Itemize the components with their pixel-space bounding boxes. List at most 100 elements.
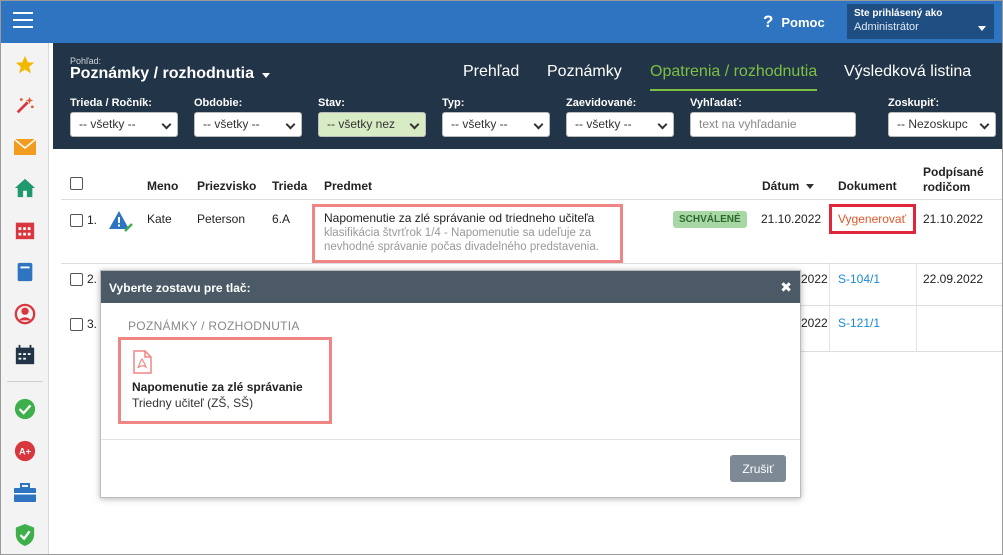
col-podpisane-1[interactable]: Podpísané bbox=[923, 165, 984, 179]
row-number: 1. bbox=[87, 213, 98, 227]
star-icon[interactable] bbox=[13, 53, 37, 77]
calendar-icon[interactable] bbox=[13, 218, 37, 242]
report-title: Napomenutie za zlé správanie bbox=[132, 380, 303, 394]
filter-zoskupit-value: -- Nezoskupc bbox=[897, 117, 968, 131]
filter-zoskupit-select[interactable]: -- Nezoskupc bbox=[888, 112, 996, 137]
row-number: 3. bbox=[87, 317, 98, 331]
filter-zaevidovane: Zaevidované: -- všetky -- bbox=[566, 97, 674, 137]
filter-stav-select[interactable]: -- všetky nez bbox=[318, 112, 426, 137]
filter-stav-label: Stav: bbox=[318, 97, 345, 109]
close-icon[interactable]: ✖ bbox=[780, 279, 792, 296]
user-name: Administrátor bbox=[854, 21, 919, 33]
row-checkbox[interactable] bbox=[70, 214, 83, 227]
col-podpisane-2[interactable]: rodičom bbox=[923, 180, 970, 194]
grade-icon[interactable]: A+ bbox=[13, 439, 37, 463]
filter-vyhladat-label: Vyhľadať: bbox=[690, 97, 742, 109]
header-divider bbox=[61, 199, 1002, 200]
row-priezvisko: Peterson bbox=[197, 212, 246, 226]
user-login-label: Ste prihlásený ako bbox=[854, 8, 943, 19]
select-all-checkbox[interactable] bbox=[70, 177, 83, 190]
cancel-button[interactable]: Zrušiť bbox=[730, 455, 786, 482]
row-divider bbox=[61, 263, 1002, 264]
shield-icon[interactable] bbox=[13, 523, 37, 547]
schedule-icon[interactable] bbox=[13, 343, 37, 367]
warning-edit-icon[interactable] bbox=[108, 209, 134, 236]
status-badge: SCHVÁLENÉ bbox=[673, 211, 747, 228]
chevron-down-icon bbox=[978, 26, 986, 31]
filter-stav: Stav: -- všetky nez bbox=[318, 97, 426, 137]
chevron-down-icon bbox=[533, 119, 544, 130]
row-datum: 21.10.2022 bbox=[761, 212, 822, 226]
filter-vyhladat: Vyhľadať: text na vyhľadanie bbox=[690, 97, 856, 137]
help-button[interactable]: ? Pomoc bbox=[763, 12, 825, 32]
book-icon[interactable] bbox=[13, 260, 37, 284]
dialog-footer-divider bbox=[101, 439, 800, 440]
row-datum: 2022 bbox=[801, 316, 828, 330]
filter-trieda-label: Trieda / Ročník: bbox=[70, 97, 152, 109]
chevron-down-icon bbox=[657, 119, 668, 130]
row-trieda: 6.A bbox=[272, 212, 291, 226]
briefcase-icon[interactable] bbox=[13, 481, 37, 505]
search-input[interactable]: text na vyhľadanie bbox=[690, 112, 856, 137]
document-link[interactable]: S-121/1 bbox=[838, 316, 880, 330]
sidebar: A+ bbox=[1, 43, 49, 554]
search-placeholder: text na vyhľadanie bbox=[699, 117, 797, 131]
menu-icon[interactable] bbox=[13, 12, 33, 30]
filter-typ-label: Typ: bbox=[442, 97, 465, 109]
help-label: Pomoc bbox=[781, 14, 825, 30]
row-number: 2. bbox=[87, 272, 98, 286]
filter-typ-select[interactable]: -- všetky -- bbox=[442, 112, 550, 137]
filter-trieda-value: -- všetky -- bbox=[79, 117, 136, 131]
filter-obdobie-select[interactable]: -- všetky -- bbox=[194, 112, 302, 137]
filter-typ-value: -- všetky -- bbox=[451, 117, 508, 131]
person-icon[interactable] bbox=[13, 302, 37, 326]
col-datum[interactable]: Dátum bbox=[762, 179, 814, 193]
col-predmet[interactable]: Predmet bbox=[324, 179, 372, 193]
generate-document-link[interactable]: Vygenerovať bbox=[838, 212, 906, 226]
filter-typ: Typ: -- všetky -- bbox=[442, 97, 550, 137]
tab-vysledkova-listina[interactable]: Výsledková listina bbox=[844, 63, 971, 89]
row-predmet-title[interactable]: Napomenutie za zlé správanie od triedneh… bbox=[324, 211, 614, 225]
tab-prehlad[interactable]: Prehľad bbox=[463, 63, 519, 89]
filter-obdobie-label: Obdobie: bbox=[194, 97, 243, 109]
tab-poznamky[interactable]: Poznámky bbox=[547, 63, 622, 89]
magic-wand-icon[interactable] bbox=[13, 93, 37, 117]
column-divider bbox=[916, 263, 917, 351]
dialog-header: Vyberte zostavu pre tlač: ✖ bbox=[101, 271, 800, 303]
chevron-down-icon bbox=[161, 119, 172, 130]
home-icon[interactable] bbox=[13, 176, 37, 200]
row-divider bbox=[801, 351, 1002, 352]
row-datum: 2022 bbox=[801, 272, 828, 286]
chevron-down-icon bbox=[979, 119, 990, 130]
col-datum-label: Dátum bbox=[762, 179, 800, 193]
filter-zaevidovane-select[interactable]: -- všetky -- bbox=[566, 112, 674, 137]
dialog-title: Vyberte zostavu pre tlač: bbox=[109, 281, 251, 295]
svg-text:A+: A+ bbox=[19, 447, 31, 457]
mail-icon[interactable] bbox=[13, 135, 37, 159]
column-divider bbox=[829, 263, 830, 351]
row-checkbox[interactable] bbox=[70, 273, 83, 286]
col-priezvisko[interactable]: Priezvisko bbox=[197, 179, 256, 193]
filter-trieda-select[interactable]: -- všetky -- bbox=[70, 112, 178, 137]
check-icon[interactable] bbox=[13, 397, 37, 421]
chevron-down-icon bbox=[409, 119, 420, 130]
document-link[interactable]: S-104/1 bbox=[838, 272, 880, 286]
col-meno[interactable]: Meno bbox=[147, 179, 178, 193]
tabs: Prehľad Poznámky Opatrenia / rozhodnutia… bbox=[53, 63, 1002, 93]
report-section-label: POZNÁMKY / ROZHODNUTIA bbox=[128, 319, 300, 333]
row-podpisane: 22.09.2022 bbox=[923, 272, 984, 286]
row-divider bbox=[801, 305, 1002, 306]
user-menu[interactable]: Ste prihlásený ako Administrátor bbox=[847, 4, 994, 39]
col-dokument[interactable]: Dokument bbox=[838, 179, 897, 193]
report-subtitle: Triedny učiteľ (ZŠ, SŠ) bbox=[132, 396, 254, 410]
pdf-file-icon bbox=[132, 350, 152, 374]
top-bar: ? Pomoc Ste prihlásený ako Administrátor bbox=[1, 1, 1002, 43]
col-trieda[interactable]: Trieda bbox=[272, 179, 307, 193]
filter-zoskupit: Zoskupiť: -- Nezoskupc bbox=[888, 97, 996, 137]
report-option[interactable]: Napomenutie za zlé správanie Triedny uči… bbox=[118, 337, 332, 424]
filter-stav-value: -- všetky nez bbox=[327, 117, 396, 131]
row-checkbox[interactable] bbox=[70, 318, 83, 331]
print-report-dialog: Vyberte zostavu pre tlač: ✖ POZNÁMKY / R… bbox=[100, 270, 801, 498]
tab-opatrenia[interactable]: Opatrenia / rozhodnutia bbox=[650, 63, 818, 91]
sort-down-icon bbox=[805, 184, 814, 190]
